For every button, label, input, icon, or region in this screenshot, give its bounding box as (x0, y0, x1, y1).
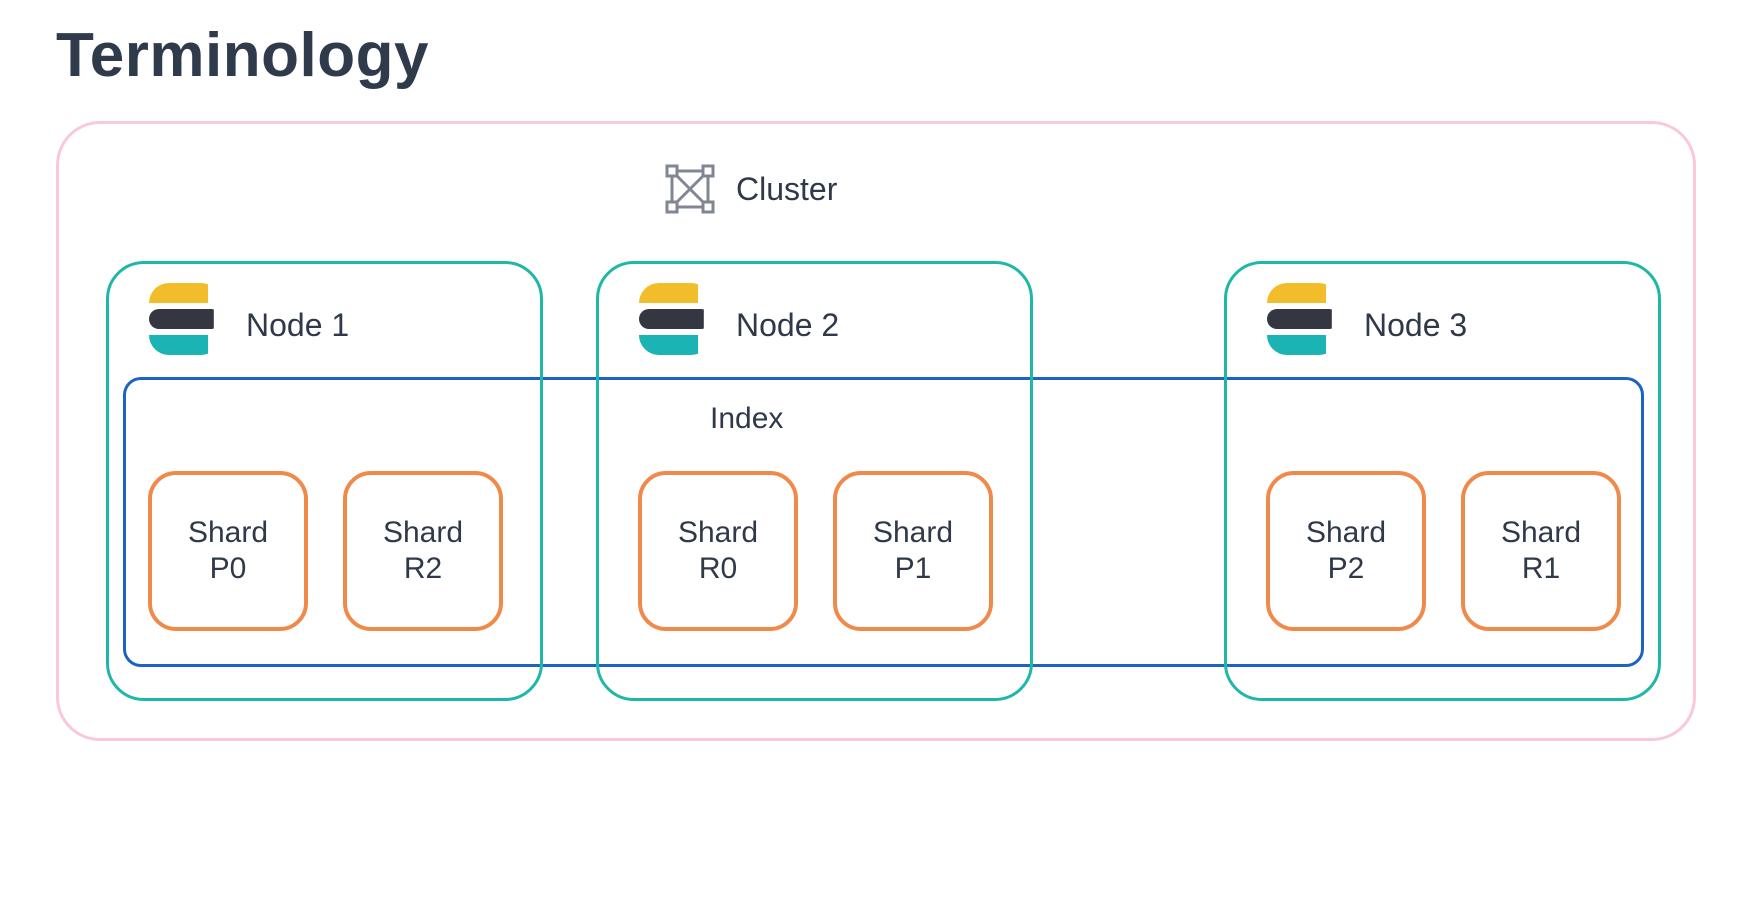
shard-line: R2 (404, 552, 442, 587)
shard-line: P0 (210, 552, 247, 587)
shard-line: Shard (873, 516, 953, 551)
shard-line: P1 (895, 552, 932, 587)
cluster-label: Cluster (736, 171, 837, 208)
shard-line: P2 (1328, 552, 1365, 587)
shard-box: Shard R2 (343, 471, 503, 631)
elasticsearch-icon (639, 283, 711, 355)
node-label-3: Node 3 (1364, 307, 1467, 344)
shard-box: Shard P0 (148, 471, 308, 631)
shard-box: Shard R1 (1461, 471, 1621, 631)
slide: Terminology Cluster (0, 0, 1753, 915)
shard-line: R1 (1522, 552, 1560, 587)
elasticsearch-icon (149, 283, 221, 355)
shard-line: Shard (188, 516, 268, 551)
shard-box: Shard P1 (833, 471, 993, 631)
shard-box: Shard R0 (638, 471, 798, 631)
shard-line: R0 (699, 552, 737, 587)
shard-line: Shard (1306, 516, 1386, 551)
elasticsearch-icon (1267, 283, 1339, 355)
shard-line: Shard (1501, 516, 1581, 551)
page-title: Terminology (56, 20, 1697, 91)
node-label-1: Node 1 (246, 307, 349, 344)
node-label-2: Node 2 (736, 307, 839, 344)
shard-line: Shard (383, 516, 463, 551)
shard-line: Shard (678, 516, 758, 551)
diagram-canvas: Cluster Index Node 1 Shard P0 Shard R2 N… (56, 121, 1696, 841)
shard-box: Shard P2 (1266, 471, 1426, 631)
cluster-icon (662, 161, 718, 217)
